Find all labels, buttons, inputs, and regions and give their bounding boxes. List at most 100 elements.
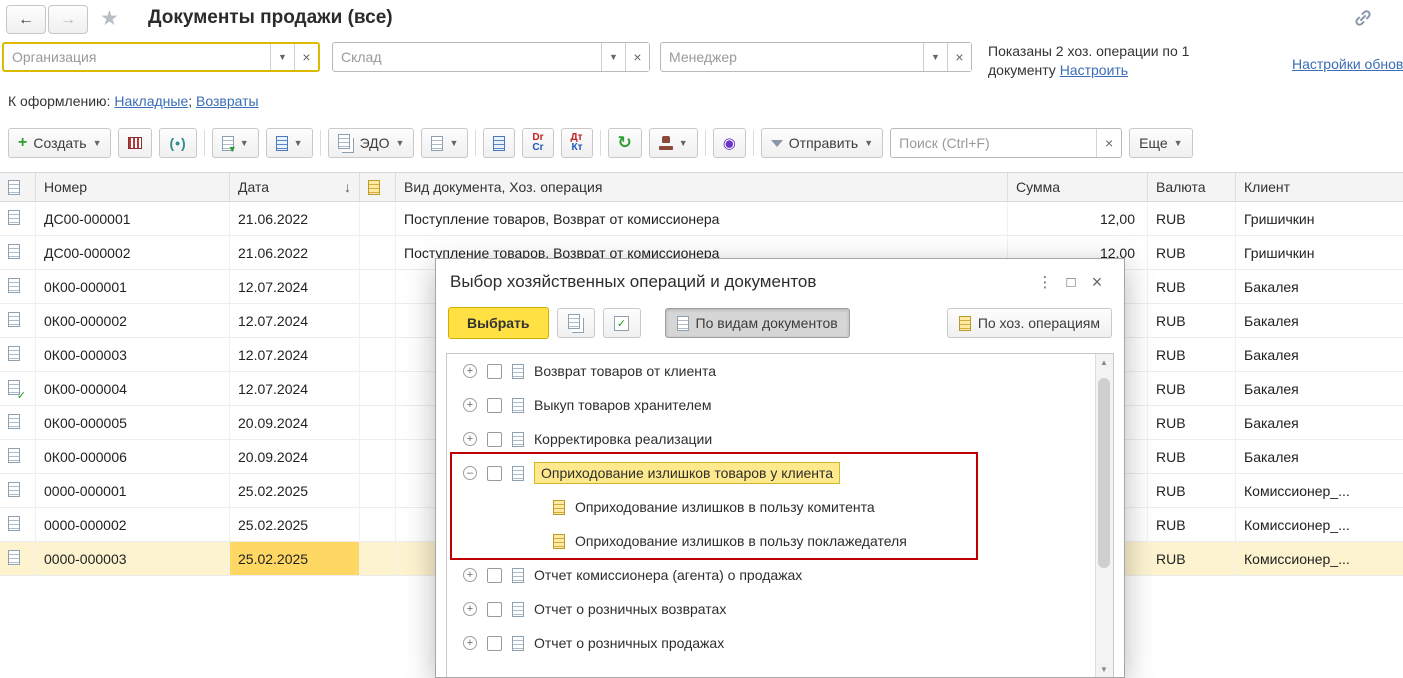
edo-button[interactable]: ЭДО ▼ [328, 128, 415, 158]
forward-button[interactable]: → [48, 5, 88, 34]
organization-filter[interactable]: ▼ × [2, 42, 320, 72]
tree-item[interactable]: +Отчет о розничных возвратах [447, 592, 1096, 626]
sort-descending-icon[interactable]: ↓ [344, 179, 351, 195]
tree-item[interactable]: + Выкуп товаров хранителем [447, 388, 1096, 422]
dialog-maximize-icon[interactable]: □ [1058, 270, 1084, 294]
more-button[interactable]: Еще ▼ [1129, 128, 1192, 158]
back-button[interactable]: ← [6, 5, 46, 34]
by-doc-types-toggle[interactable]: По видам документов [665, 308, 850, 338]
dr-cr-button[interactable]: Dr Cr [522, 128, 553, 158]
tree-item-label: Выкуп товаров хранителем [534, 397, 711, 413]
marked-items-button[interactable]: ◉ [713, 128, 746, 158]
organization-dropdown-icon[interactable]: ▼ [270, 44, 294, 70]
organization-clear-icon[interactable]: × [294, 44, 318, 70]
expand-icon[interactable]: + [463, 398, 477, 412]
reports-button[interactable]: ▼ [266, 128, 313, 158]
header-number-label: Номер [44, 179, 87, 195]
scroll-down-icon[interactable]: ▼ [1096, 661, 1112, 677]
configure-link[interactable]: Настроить [1060, 62, 1128, 78]
expand-icon[interactable]: + [463, 602, 477, 616]
dialog-menu-icon[interactable]: ⋮ [1032, 270, 1058, 294]
tree-item[interactable]: +Корректировка реализации [447, 422, 1096, 456]
create-button[interactable]: + Создать ▼ [8, 128, 111, 158]
toolbar-separator [705, 130, 706, 156]
scroll-up-icon[interactable]: ▲ [1096, 354, 1112, 370]
page-title: Документы продажи (все) [148, 7, 393, 29]
refresh-button[interactable]: ↻ [608, 128, 642, 158]
tree-item[interactable]: +Возврат товаров от клиента [447, 354, 1096, 388]
rfid-button[interactable]: (•) [159, 128, 196, 158]
cell-number: 0К00-000002 [36, 304, 230, 338]
copy-button[interactable] [557, 308, 595, 338]
tree-checkbox[interactable] [487, 398, 502, 413]
organization-input[interactable] [4, 44, 270, 70]
scrollbar-thumb[interactable] [1098, 378, 1110, 568]
warehouse-input[interactable] [333, 43, 601, 71]
tree-item[interactable]: +Отчет комиссионера (агента) о продажах [447, 558, 1096, 592]
send-button[interactable]: Отправить ▼ [761, 128, 883, 158]
load-button[interactable]: ▼ ▼ [212, 128, 259, 158]
warehouse-filter[interactable]: ▼ × [332, 42, 650, 72]
update-settings-link[interactable]: Настройки обнов [1292, 56, 1403, 72]
search-box[interactable]: × [890, 128, 1122, 158]
cell-client: Комиссионер_... [1236, 542, 1403, 576]
collapse-icon[interactable]: – [463, 466, 477, 480]
stamp-button[interactable]: ▼ [649, 128, 698, 158]
tree-item[interactable]: +Отчет о розничных продажах [447, 626, 1096, 660]
by-operations-toggle[interactable]: По хоз. операциям [947, 308, 1112, 338]
header-currency[interactable]: Валюта [1148, 173, 1236, 201]
cell-client: Комиссионер_... [1236, 474, 1403, 508]
row-icon-cell [0, 202, 36, 236]
header-sum[interactable]: Сумма [1008, 173, 1148, 201]
warehouse-dropdown-icon[interactable]: ▼ [601, 43, 625, 71]
select-button[interactable]: Выбрать [448, 307, 549, 339]
dt-kt-button[interactable]: Дт Кт [561, 128, 593, 158]
tree-scrollbar[interactable]: ▲ ▼ [1095, 354, 1113, 677]
header-doc-icon-column[interactable] [0, 173, 36, 201]
tree-child-item[interactable]: Оприходование излишков в пользу поклажед… [447, 524, 1096, 558]
tree-checkbox[interactable] [487, 568, 502, 583]
header-status-column[interactable] [360, 173, 396, 201]
document-icon [8, 312, 20, 327]
tree-checkbox[interactable] [487, 466, 502, 481]
registry-button[interactable] [483, 128, 515, 158]
cell-sum: 12,00 [1008, 202, 1148, 236]
cell-date: 12.07.2024 [230, 304, 360, 338]
tree-checkbox[interactable] [487, 636, 502, 651]
tree-checkbox[interactable] [487, 432, 502, 447]
get-link-icon[interactable] [1353, 8, 1373, 31]
cell-number: 0000-000002 [36, 508, 230, 542]
search-input[interactable] [890, 128, 1122, 158]
tree-item[interactable]: –Оприходование излишков товаров у клиент… [447, 456, 1096, 490]
label-printing-button[interactable] [118, 128, 152, 158]
mark-all-button[interactable]: ✓ [603, 308, 641, 338]
expand-icon[interactable]: + [463, 364, 477, 378]
tree-child-item[interactable]: Оприходование излишков в пользу комитент… [447, 490, 1096, 524]
search-clear-icon[interactable]: × [1096, 129, 1121, 157]
manager-clear-icon[interactable]: × [947, 43, 971, 71]
expand-icon[interactable]: + [463, 432, 477, 446]
doc-type-icon [512, 568, 524, 583]
print-button[interactable]: ▼ [421, 128, 468, 158]
cell-doc-type: Поступление товаров, Возврат от комиссио… [396, 202, 1008, 236]
manager-input[interactable] [661, 43, 923, 71]
warehouse-clear-icon[interactable]: × [625, 43, 649, 71]
manager-filter[interactable]: ▼ × [660, 42, 972, 72]
header-client[interactable]: Клиент [1236, 173, 1403, 201]
returns-link[interactable]: Возвраты [196, 93, 259, 109]
tree-checkbox[interactable] [487, 364, 502, 379]
cell-currency: RUB [1148, 542, 1236, 576]
table-row[interactable]: ДС00-00000121.06.2022Поступление товаров… [0, 202, 1403, 236]
header-doc-type[interactable]: Вид документа, Хоз. операция [396, 173, 1008, 201]
invoices-link[interactable]: Накладные [114, 93, 188, 109]
cell-status [360, 508, 396, 542]
favorite-star-icon[interactable]: ★ [100, 6, 119, 31]
dialog-close-icon[interactable]: × [1084, 270, 1110, 294]
expand-icon[interactable]: + [463, 568, 477, 582]
expand-icon[interactable]: + [463, 636, 477, 650]
tree-checkbox[interactable] [487, 602, 502, 617]
tree-item-label: Оприходование излишков в пользу комитент… [575, 499, 875, 515]
manager-dropdown-icon[interactable]: ▼ [923, 43, 947, 71]
header-date[interactable]: Дата ↓ [230, 173, 360, 201]
header-number[interactable]: Номер [36, 173, 230, 201]
